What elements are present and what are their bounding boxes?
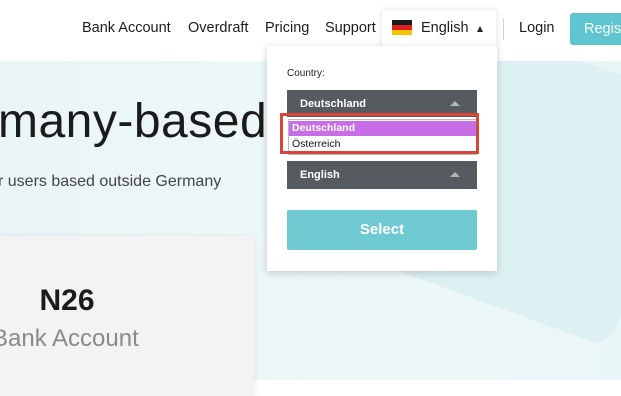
language-select-value: English [300, 169, 340, 181]
germany-flag-icon [392, 20, 412, 35]
country-label: Country: [287, 68, 325, 79]
triangle-up-icon [450, 101, 460, 106]
card-title: N26 [39, 284, 95, 317]
country-select-value: Deutschland [300, 98, 367, 110]
hero-subtext: r users based outside Germany [0, 173, 222, 190]
language-label[interactable]: English [421, 20, 469, 36]
card-subtitle: Bank Account [0, 325, 139, 352]
nav-pricing[interactable]: Pricing [265, 20, 309, 36]
annotation-highlight-box [280, 113, 479, 154]
register-button[interactable]: Regist [570, 13, 621, 45]
triangle-up-icon [450, 172, 460, 177]
nav-bank-account[interactable]: Bank Account [82, 20, 171, 36]
nav-overdraft[interactable]: Overdraft [188, 20, 248, 36]
language-select[interactable]: English [287, 161, 477, 189]
login-link[interactable]: Login [519, 20, 554, 36]
page-heading: many-based [0, 95, 268, 148]
select-button[interactable]: Select [287, 210, 477, 250]
caret-up-icon[interactable] [477, 26, 483, 32]
nav-divider [503, 18, 504, 40]
nav-support[interactable]: Support [325, 20, 376, 36]
